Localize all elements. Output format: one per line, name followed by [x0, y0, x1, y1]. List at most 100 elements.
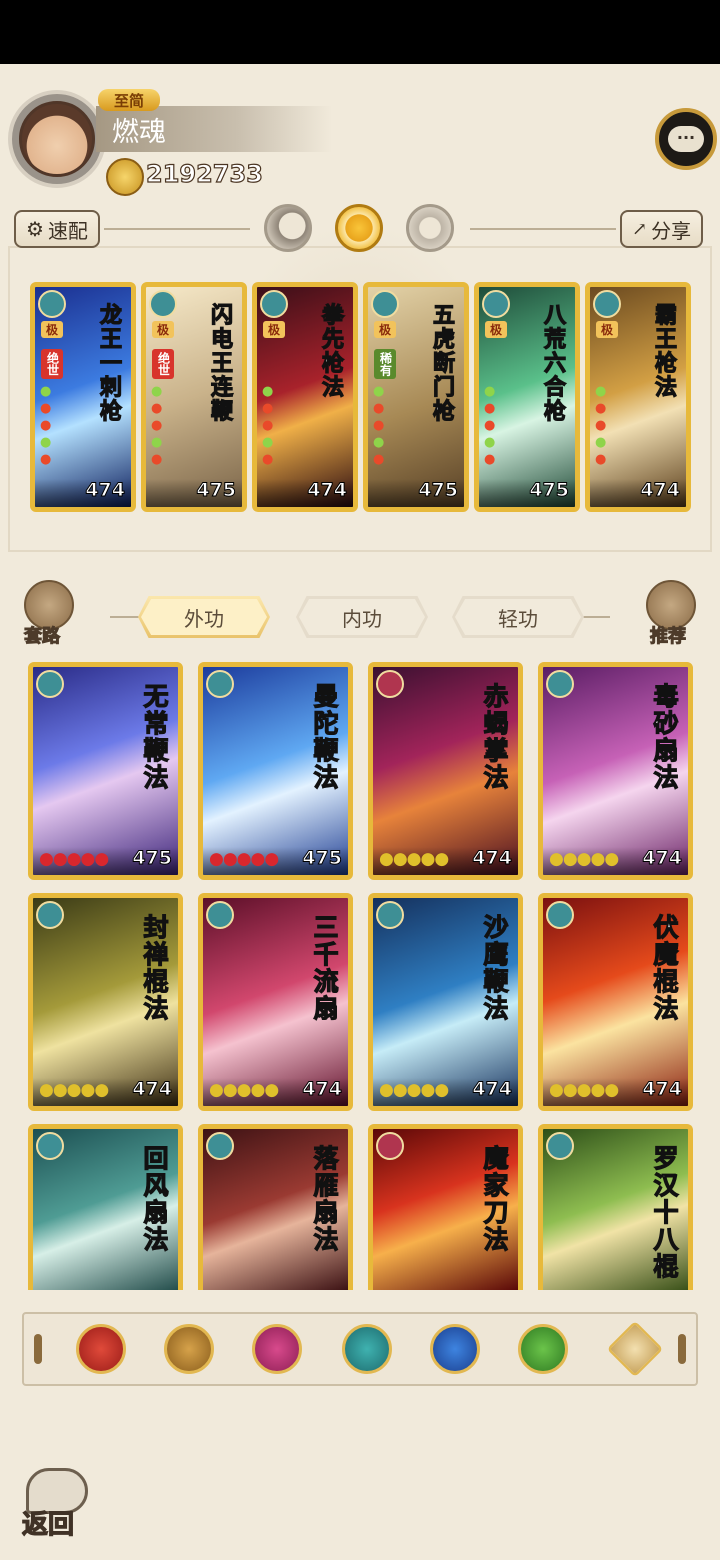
- fist-icon[interactable]: [252, 1324, 302, 1374]
- skill-card[interactable]: 回风扇法: [28, 1124, 183, 1290]
- grade-badge: 绝世: [152, 349, 174, 379]
- star-pips: ●●●●●: [549, 849, 619, 869]
- lotus-icon: [206, 1132, 234, 1160]
- skill-card[interactable]: 落雁扇法: [198, 1124, 353, 1290]
- lotus-icon: [546, 1132, 574, 1160]
- card-value: 474: [640, 479, 681, 502]
- star-pips: ●●●●●: [209, 849, 279, 869]
- player-avatar[interactable]: [8, 90, 106, 188]
- share-button[interactable]: ↗ 分享: [620, 210, 704, 248]
- equipped-card[interactable]: 极 霸王枪法 ● ● ● ● ● 474: [585, 282, 691, 512]
- tab-2[interactable]: 轻功: [452, 596, 584, 638]
- lotus-icon[interactable]: [342, 1324, 392, 1374]
- lotus-icon: [260, 290, 288, 318]
- card-title: 五虎断门枪: [428, 302, 455, 423]
- card-title: 曼陀鞭法: [309, 682, 339, 791]
- skill-card[interactable]: 曼陀鞭法 ●●●●● 475: [198, 662, 353, 880]
- lotus-icon: [149, 290, 177, 318]
- lotus-icon: [371, 290, 399, 318]
- quick-match-button[interactable]: ⚙ 速配: [14, 210, 100, 248]
- card-value: 474: [85, 479, 126, 502]
- equipped-card[interactable]: 极 八荒六合枪 ● ● ● ● ● 475: [474, 282, 580, 512]
- equipped-card[interactable]: 极 拳先枪法 ● ● ● ● ● 474: [252, 282, 358, 512]
- grade-badge: 极: [374, 321, 396, 338]
- skill-card[interactable]: 沙鹰鞭法 ●●●●● 474: [368, 893, 523, 1111]
- ring-mode-icon[interactable]: [406, 204, 454, 252]
- power-value: 2192733: [145, 159, 263, 188]
- card-title: 闪电王连鞭: [206, 302, 233, 423]
- chat-icon: [668, 126, 704, 152]
- chat-button[interactable]: [655, 108, 717, 170]
- moon-mode-icon[interactable]: [264, 204, 312, 252]
- tab-label: 外功: [184, 606, 224, 631]
- star-pips: ●●●●●: [209, 1080, 279, 1100]
- sword-icon[interactable]: [164, 1324, 214, 1374]
- lotus-icon: [376, 901, 404, 929]
- back-label: 返回: [21, 1509, 75, 1540]
- card-value: 475: [132, 847, 173, 870]
- card-value: 474: [302, 1078, 343, 1101]
- tab-label: 内功: [342, 606, 382, 631]
- avatar-face: [19, 101, 95, 177]
- fist-icon: [376, 670, 404, 698]
- skill-card[interactable]: 无常鞭法 ●●●●● 475: [28, 662, 183, 880]
- lotus-icon: [36, 1132, 64, 1160]
- quick-match-label: 速配: [47, 218, 88, 243]
- routine-label: 套路: [24, 626, 61, 648]
- card-title: 赤蝎掌法: [479, 682, 509, 791]
- skill-card[interactable]: 三千流扇 ●●●●● 474: [198, 893, 353, 1111]
- card-title: 沙鹰鞭法: [479, 913, 509, 1022]
- gear-icon: ⚙: [26, 217, 44, 241]
- lotus-icon: [546, 670, 574, 698]
- skill-card[interactable]: 封禅棍法 ●●●●● 474: [28, 893, 183, 1111]
- tab-0[interactable]: 外功: [138, 596, 270, 638]
- divider-left: [104, 228, 250, 230]
- card-title: 魔家刀法: [479, 1144, 509, 1253]
- lotus-icon: [593, 290, 621, 318]
- skill-card[interactable]: 罗汉十八棍: [538, 1124, 693, 1290]
- equipped-card[interactable]: 极稀有 五虎断门枪 ● ● ● ● ● 475: [363, 282, 469, 512]
- card-title: 无常鞭法: [139, 682, 169, 791]
- filter-bar-left-ornament: [34, 1334, 42, 1364]
- star-pips: ●●●●●: [151, 384, 162, 467]
- share-icon: ↗: [632, 218, 648, 240]
- recommend-label: 推荐: [650, 626, 687, 648]
- card-title: 龙王一刺枪: [95, 302, 122, 423]
- tab-line-right: [580, 616, 610, 618]
- card-value: 474: [642, 1078, 683, 1101]
- star-pips: ●●●●●: [39, 849, 109, 869]
- card-title: 拳先枪法: [317, 302, 344, 399]
- lotus-icon: [206, 670, 234, 698]
- star-pips: ●●●●●: [262, 384, 273, 467]
- lotus-icon: [36, 670, 64, 698]
- star-pips: ●●●●●: [40, 384, 51, 467]
- grade-badge: 稀有: [374, 349, 396, 379]
- skill-card[interactable]: 魔家刀法: [368, 1124, 523, 1290]
- filter-bar-right-ornament: [678, 1334, 686, 1364]
- grade-badge: 极: [263, 321, 285, 338]
- equipped-card[interactable]: 极绝世 闪电王连鞭 ● ● ● ● ● 475: [141, 282, 247, 512]
- grade-badge: 绝世: [41, 349, 63, 379]
- card-title: 落雁扇法: [309, 1144, 339, 1253]
- skill-card[interactable]: 毒砂扇法 ●●●●● 474: [538, 662, 693, 880]
- lotus-icon: [482, 290, 510, 318]
- card-title: 封禅棍法: [139, 913, 169, 1022]
- grade-badge: 极: [41, 321, 63, 338]
- card-title: 三千流扇: [309, 913, 339, 1022]
- back-button[interactable]: 返回: [20, 1466, 94, 1541]
- star-pips: ●●●●●: [595, 384, 606, 467]
- card-value: 475: [418, 479, 459, 502]
- sun-mode-icon[interactable]: [335, 204, 383, 252]
- skill-card[interactable]: 伏魔棍法 ●●●●● 474: [538, 893, 693, 1111]
- divider-right: [470, 228, 616, 230]
- equipped-card[interactable]: 极绝世 龙王一刺枪 ● ● ● ● ● 474: [30, 282, 136, 512]
- yin-yang-icon[interactable]: [430, 1324, 480, 1374]
- skill-card[interactable]: 赤蝎掌法 ●●●●● 474: [368, 662, 523, 880]
- blade-icon[interactable]: [76, 1324, 126, 1374]
- spiral-icon[interactable]: [518, 1324, 568, 1374]
- card-title: 八荒六合枪: [539, 302, 566, 423]
- tab-1[interactable]: 内功: [296, 596, 428, 638]
- fist-icon: [376, 1132, 404, 1160]
- card-value: 474: [132, 1078, 173, 1101]
- card-title: 霸王枪法: [650, 302, 677, 399]
